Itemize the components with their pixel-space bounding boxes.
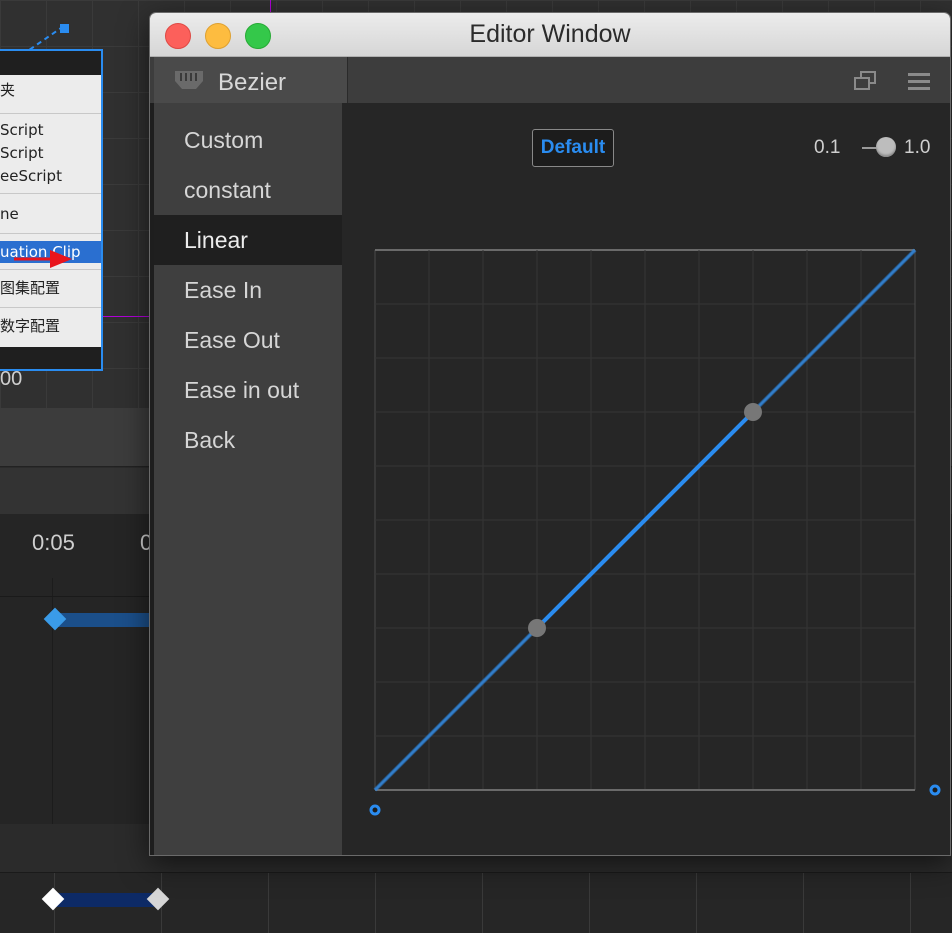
keyframe-span-bar[interactable] (54, 893, 158, 907)
preset-item-ease-in-out[interactable]: Ease in out (154, 365, 342, 415)
context-menu-item[interactable]: eeScript (0, 165, 101, 187)
preset-item-linear[interactable]: Linear (154, 215, 342, 265)
context-menu-header (0, 51, 101, 75)
preset-item-custom[interactable]: Custom (154, 115, 342, 165)
preset-item-ease-in[interactable]: Ease In (154, 265, 342, 315)
handle-square[interactable] (60, 24, 69, 33)
context-menu-item[interactable]: Script (0, 142, 101, 164)
window-minimize-button[interactable] (205, 23, 231, 49)
context-menu-item[interactable]: ne (0, 203, 101, 225)
preset-item-back[interactable]: Back (154, 415, 342, 465)
scene-coordinate-label: 00 (0, 368, 23, 390)
context-menu-separator (0, 193, 101, 194)
context-menu-separator (0, 307, 101, 308)
context-menu-separator (0, 113, 101, 114)
curve-editor-panel: Default 0.1 1.0 (342, 103, 950, 855)
context-menu-item[interactable]: 数字配置 (0, 315, 101, 337)
preset-item-constant[interactable]: constant (154, 165, 342, 215)
window-maximize-button[interactable] (245, 23, 271, 49)
window-close-button[interactable] (165, 23, 191, 49)
window-titlebar[interactable]: Editor Window (150, 13, 950, 57)
hamburger-menu-icon[interactable] (907, 71, 931, 91)
tab-label: Bezier (218, 69, 287, 96)
context-menu-item[interactable]: 图集配置 (0, 277, 101, 299)
panel-grip-icon (175, 71, 203, 89)
timeline-time-label: 0:05 (32, 530, 75, 555)
tab-bar: Bezier (150, 57, 950, 103)
control-point-2[interactable] (744, 403, 762, 421)
control-point-1[interactable] (528, 619, 546, 637)
preset-list: Custom constant Linear Ease In Ease Out … (154, 103, 342, 855)
tab-bezier[interactable]: Bezier (154, 57, 348, 103)
keyframe-span-bar[interactable] (56, 613, 156, 627)
preset-item-ease-out[interactable]: Ease Out (154, 315, 342, 365)
context-menu-item[interactable]: Script (0, 119, 101, 141)
context-menu: 夹 Script Script eeScript ne uation Clip … (0, 49, 103, 371)
bezier-curve-graph[interactable] (342, 103, 950, 855)
popout-window-icon[interactable] (854, 71, 876, 91)
context-menu-separator (0, 233, 101, 234)
editor-window: Editor Window Bezier Custom constant Lin… (150, 13, 950, 855)
curve-start-point[interactable] (369, 804, 381, 816)
annotation-arrow-icon (14, 250, 72, 268)
curve-end-point[interactable] (929, 784, 941, 796)
context-menu-item[interactable]: 夹 (0, 79, 101, 101)
